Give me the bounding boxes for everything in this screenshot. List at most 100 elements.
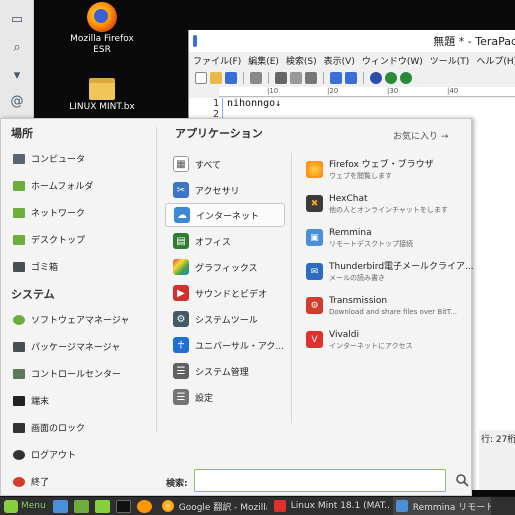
task-firefox[interactable]: Google 翻訳 - Mozilla ... bbox=[159, 497, 267, 515]
place-label: ホームフォルダ bbox=[31, 182, 94, 192]
terapad-ruler: |10 |20 |30 |40 bbox=[219, 87, 515, 97]
menu-view[interactable]: 表示(V) bbox=[324, 54, 355, 67]
menu-button[interactable]: Menu bbox=[0, 497, 50, 515]
system-package-manager[interactable]: パッケージマネージャ bbox=[13, 340, 120, 353]
system-terminal[interactable]: 端末 bbox=[13, 394, 49, 407]
terminal-icon[interactable] bbox=[115, 499, 131, 513]
category-label: オフィス bbox=[195, 237, 231, 248]
search-window-icon[interactable]: ⌕ bbox=[8, 40, 26, 56]
search-label: 検索: bbox=[166, 479, 188, 489]
at-icon[interactable]: @ bbox=[8, 94, 26, 110]
category-administration[interactable]: ☰ システム管理 bbox=[165, 359, 285, 383]
desktop-icon-firefox[interactable]: Mozilla Firefox ESR bbox=[62, 2, 142, 56]
desktop-icon-folder[interactable]: LINUX MINT.bx bbox=[62, 78, 142, 113]
find-icon[interactable] bbox=[370, 72, 382, 84]
system-shutdown[interactable]: 終了 bbox=[13, 475, 49, 488]
terapad-titlebar[interactable]: 無題 * - TeraPad bbox=[189, 30, 515, 52]
desktop-icon-label: Mozilla Firefox bbox=[70, 34, 134, 44]
files-icon[interactable] bbox=[73, 499, 89, 513]
app-description: インターネットにアクセス bbox=[329, 342, 413, 350]
terapad-menubar: ファイル(F) 編集(E) 検索(S) 表示(V) ウィンドウ(W) ツール(T… bbox=[189, 52, 515, 69]
category-system-tools[interactable]: ⚙ システムツール bbox=[165, 307, 285, 331]
category-office[interactable]: ▤ オフィス bbox=[165, 229, 285, 253]
category-label: すべて bbox=[195, 160, 222, 171]
category-internet[interactable]: ☁ インターネット bbox=[165, 203, 285, 227]
find-next-icon[interactable] bbox=[385, 72, 397, 84]
firefox-icon[interactable] bbox=[136, 499, 152, 513]
place-network[interactable]: ネットワーク bbox=[13, 206, 85, 219]
toolbar-divider bbox=[268, 72, 269, 84]
redo-icon[interactable] bbox=[345, 72, 357, 84]
place-label: デスクトップ bbox=[31, 236, 86, 246]
desktop-icon bbox=[13, 234, 25, 245]
app-name: Transmission bbox=[329, 296, 388, 306]
home-folder-icon bbox=[13, 180, 25, 191]
system-logout[interactable]: ログアウト bbox=[13, 448, 76, 461]
system-label: 終了 bbox=[31, 478, 50, 488]
category-sound-video[interactable]: ▶ サウンドとビデオ bbox=[165, 281, 285, 305]
column-divider bbox=[291, 153, 292, 423]
favorites-button[interactable]: お気に入り → bbox=[393, 129, 448, 142]
category-universal-access[interactable]: ☥ ユニバーサル・アク... bbox=[165, 333, 285, 357]
task-remmina[interactable]: Remmina リモートデ bbox=[392, 496, 491, 515]
place-label: ゴミ箱 bbox=[31, 263, 59, 273]
ruler-mark: |10 bbox=[267, 87, 279, 95]
save-icon[interactable] bbox=[225, 72, 237, 84]
toolbar-divider bbox=[323, 72, 324, 84]
firefox-icon bbox=[161, 500, 174, 512]
place-trash[interactable]: ゴミ箱 bbox=[13, 260, 58, 273]
undo-icon[interactable] bbox=[330, 72, 342, 84]
control-center-icon bbox=[13, 368, 25, 379]
ruler-mark: |20 bbox=[327, 87, 339, 95]
app-transmission[interactable]: ⚙ Transmission Download and share files … bbox=[306, 295, 466, 318]
app-vivaldi[interactable]: V Vivaldi インターネットにアクセス bbox=[306, 329, 466, 352]
place-label: ネットワーク bbox=[31, 209, 86, 219]
category-label: サウンドとビデオ bbox=[195, 289, 268, 300]
category-accessories[interactable]: ✂ アクセサリ bbox=[165, 178, 285, 202]
app-hexchat[interactable]: ✖ HexChat 他の人とオンラインチャットをします bbox=[306, 193, 466, 216]
find-prev-icon[interactable] bbox=[400, 72, 412, 84]
search-icon[interactable] bbox=[455, 473, 469, 487]
cut-icon[interactable] bbox=[275, 72, 287, 84]
menu-window[interactable]: ウィンドウ(W) bbox=[362, 54, 423, 67]
menu-file[interactable]: ファイル(F) bbox=[193, 54, 241, 67]
print-icon[interactable] bbox=[250, 72, 262, 84]
paste-icon[interactable] bbox=[305, 72, 317, 84]
category-preferences[interactable]: ☰ 設定 bbox=[165, 385, 285, 409]
category-all[interactable]: ▦ すべて bbox=[165, 152, 285, 176]
window-icon[interactable]: ▭ bbox=[8, 12, 26, 28]
show-desktop-icon[interactable] bbox=[52, 499, 68, 513]
power-icon bbox=[13, 476, 25, 487]
menu-tools[interactable]: ツール(T) bbox=[430, 54, 470, 67]
open-file-icon[interactable] bbox=[210, 72, 222, 84]
system-lock-screen[interactable]: 画面のロック bbox=[13, 421, 85, 434]
task-vivaldi[interactable]: Linux Mint 18.1 (MAT... bbox=[271, 497, 389, 515]
category-graphics[interactable]: グラフィックス bbox=[165, 255, 285, 279]
preferences-icon: ☰ bbox=[173, 389, 189, 405]
new-file-icon[interactable] bbox=[195, 72, 207, 84]
desktop-icon-label: LINUX MINT.bx bbox=[69, 102, 135, 112]
menu-search[interactable]: 検索(S) bbox=[286, 54, 317, 67]
place-computer[interactable]: コンピュータ bbox=[13, 152, 85, 165]
terminal-icon bbox=[13, 395, 25, 406]
chevron-down-icon[interactable]: ▾ bbox=[8, 68, 26, 84]
place-desktop[interactable]: デスクトップ bbox=[13, 233, 85, 246]
remmina-icon: ▣ bbox=[306, 229, 323, 246]
system-software-manager[interactable]: ソフトウェアマネージャ bbox=[13, 313, 129, 326]
folder-icon[interactable] bbox=[94, 499, 110, 513]
system-label: ソフトウェアマネージャ bbox=[31, 316, 130, 326]
system-label: ログアウト bbox=[31, 451, 77, 461]
copy-icon[interactable] bbox=[290, 72, 302, 84]
mint-logo-icon bbox=[4, 499, 18, 513]
place-home-folder[interactable]: ホームフォルダ bbox=[13, 179, 93, 192]
editor-text[interactable]: nihonngo↓ bbox=[227, 98, 281, 109]
app-firefox[interactable]: Firefox ウェブ・ブラウザ ウェブを閲覧します bbox=[306, 159, 466, 182]
system-control-center[interactable]: コントロールセンター bbox=[13, 367, 121, 380]
status-area bbox=[479, 450, 515, 490]
app-thunderbird[interactable]: ✉ Thunderbird電子メールクライア... メールの読み書き bbox=[306, 261, 474, 284]
app-remmina[interactable]: ▣ Remmina リモートデスクトップ接続 bbox=[306, 227, 466, 250]
search-input[interactable] bbox=[194, 469, 446, 492]
menu-help[interactable]: ヘルプ(H) bbox=[476, 54, 515, 67]
graphics-icon bbox=[173, 259, 189, 275]
menu-edit[interactable]: 編集(E) bbox=[248, 54, 279, 67]
